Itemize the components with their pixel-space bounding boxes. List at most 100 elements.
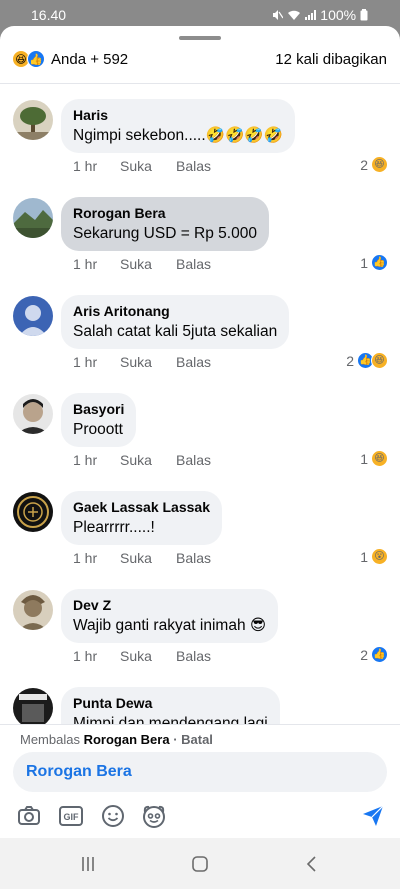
comment-reactions[interactable]: 1 😮 xyxy=(360,548,388,565)
comment-time[interactable]: 1 hr xyxy=(73,256,120,272)
comment-actions: 1 hr Suka Balas xyxy=(73,158,211,174)
like-reaction-icon: 👍 xyxy=(371,646,388,663)
comment-bubble[interactable]: Rorogan Bera Sekarung USD = Rp 5.000 xyxy=(61,197,269,251)
battery-icon xyxy=(360,9,368,21)
comment-bubble[interactable]: Aris Aritonang Salah catat kali 5juta se… xyxy=(61,295,290,349)
avatar[interactable] xyxy=(13,590,53,630)
send-icon[interactable] xyxy=(358,801,388,831)
comment-text: Sekarung USD = Rp 5.000 xyxy=(73,225,257,242)
avatar[interactable] xyxy=(13,688,53,724)
comment-time[interactable]: 1 hr xyxy=(73,452,120,468)
reply-button[interactable]: Balas xyxy=(176,158,211,174)
reaction-count: 2 xyxy=(360,156,368,173)
like-reaction-icon: 👍 xyxy=(27,50,45,68)
share-count[interactable]: 12 kali dibagikan xyxy=(275,51,387,68)
comment-author[interactable]: Basyori xyxy=(73,400,124,418)
comment-item: Rorogan Bera Sekarung USD = Rp 5.000 1 h… xyxy=(0,197,400,296)
like-button[interactable]: Suka xyxy=(120,648,176,664)
reactions-header[interactable]: 😆 👍 Anda + 592 12 kali dibagikan xyxy=(0,46,400,76)
haha-reaction-icon: 😆 xyxy=(371,352,388,369)
avatar[interactable] xyxy=(13,296,53,336)
comment-reactions[interactable]: 1 😆 xyxy=(360,450,388,467)
wow-reaction-icon: 😮 xyxy=(371,548,388,565)
like-reaction-icon: 👍 xyxy=(371,254,388,271)
comment-author[interactable]: Aris Aritonang xyxy=(73,302,277,320)
comment-time[interactable]: 1 hr xyxy=(73,648,120,664)
reply-button[interactable]: Balas xyxy=(176,648,211,664)
avatar[interactable] xyxy=(13,100,53,140)
comment-bubble[interactable]: Gaek Lassak Lassak Plearrrrr.....! xyxy=(61,491,222,545)
like-button[interactable]: Suka xyxy=(120,354,176,370)
comment-actions: 1 hr Suka Balas xyxy=(73,354,211,370)
comment-reactions[interactable]: 2 😆 xyxy=(360,156,388,173)
comment-text: Prooott xyxy=(73,421,123,438)
sticker-icon[interactable] xyxy=(139,801,169,831)
comment-item: Dev Z Wajib ganti rakyat inimah 😎 1 hr S… xyxy=(0,589,400,688)
comment-reactions[interactable]: 2 👍 xyxy=(360,646,388,663)
svg-text:GIF: GIF xyxy=(64,812,80,822)
reaction-count: 1 xyxy=(360,548,368,565)
comment-time[interactable]: 1 hr xyxy=(73,354,120,370)
comment-text: Wajib ganti rakyat inimah 😎 xyxy=(73,617,267,634)
avatar[interactable] xyxy=(13,198,53,238)
comment-list[interactable]: Haris Ngimpi sekebon.....🤣🤣🤣🤣 1 hr Suka … xyxy=(0,84,400,724)
comment-item: Gaek Lassak Lassak Plearrrrr.....! 1 hr … xyxy=(0,491,400,590)
comment-author[interactable]: Gaek Lassak Lassak xyxy=(73,498,210,516)
like-button[interactable]: Suka xyxy=(120,256,176,272)
system-navigation-bar xyxy=(0,838,400,889)
comment-item: Haris Ngimpi sekebon.....🤣🤣🤣🤣 1 hr Suka … xyxy=(0,99,400,198)
reaction-count: 2 xyxy=(360,646,368,663)
avatar[interactable] xyxy=(13,492,53,532)
like-button[interactable]: Suka xyxy=(120,452,176,468)
reply-button[interactable]: Balas xyxy=(176,354,211,370)
comment-author[interactable]: Rorogan Bera xyxy=(73,204,257,222)
comment-item: Aris Aritonang Salah catat kali 5juta se… xyxy=(0,295,400,394)
comment-bubble[interactable]: Haris Ngimpi sekebon.....🤣🤣🤣🤣 xyxy=(61,99,295,153)
comment-text: Salah catat kali 5juta sekalian xyxy=(73,323,278,340)
haha-reaction-icon: 😆 xyxy=(371,156,388,173)
camera-icon[interactable] xyxy=(14,801,44,831)
recent-apps-icon[interactable] xyxy=(68,838,108,889)
status-time: 16.40 xyxy=(31,7,67,23)
mute-icon xyxy=(272,10,284,20)
reaction-icons: 😆 👍 xyxy=(12,50,45,68)
comment-input[interactable]: Rorogan Bera xyxy=(13,752,387,792)
comment-reactions[interactable]: 2 👍 😆 xyxy=(346,352,388,369)
comment-time[interactable]: 1 hr xyxy=(73,158,120,174)
emoji-icon[interactable] xyxy=(98,801,128,831)
back-icon[interactable] xyxy=(292,838,332,889)
replying-prefix: Membalas xyxy=(20,732,80,747)
comment-time[interactable]: 1 hr xyxy=(73,550,120,566)
reply-button[interactable]: Balas xyxy=(176,256,211,272)
like-button[interactable]: Suka xyxy=(120,158,176,174)
comment-author[interactable]: Punta Dewa xyxy=(73,694,268,712)
avatar[interactable] xyxy=(13,394,53,434)
battery-percent: 100% xyxy=(320,7,357,23)
gif-icon[interactable]: GIF xyxy=(56,801,86,831)
drag-handle[interactable] xyxy=(179,36,221,40)
like-button[interactable]: Suka xyxy=(120,550,176,566)
comment-author[interactable]: Haris xyxy=(73,106,283,124)
comment-text: Plearrrrr.....! xyxy=(73,519,155,536)
reply-button[interactable]: Balas xyxy=(176,452,211,468)
reaction-count: 1 xyxy=(360,450,368,467)
cancel-reply-button[interactable]: · Batal xyxy=(173,732,213,747)
comment-actions: 1 hr Suka Balas xyxy=(73,256,211,272)
reaction-summary[interactable]: Anda + 592 xyxy=(51,51,128,68)
comment-reactions[interactable]: 1 👍 xyxy=(360,254,388,271)
home-icon[interactable] xyxy=(180,838,220,889)
replying-to-name: Rorogan Bera xyxy=(83,732,170,747)
status-indicators: 100% xyxy=(271,7,368,23)
comment-bubble[interactable]: Dev Z Wajib ganti rakyat inimah 😎 xyxy=(61,589,279,643)
reply-composer: Membalas Rorogan Bera · Batal Rorogan Be… xyxy=(0,724,400,844)
reaction-count: 1 xyxy=(360,254,368,271)
replying-to-indicator: Membalas Rorogan Bera · Batal xyxy=(20,732,213,747)
comment-item: Punta Dewa Mimpi dan mendengang lagi xyxy=(0,687,400,724)
comment-author[interactable]: Dev Z xyxy=(73,596,266,614)
haha-reaction-icon: 😆 xyxy=(371,450,388,467)
comment-text: Ngimpi sekebon.....🤣🤣🤣🤣 xyxy=(73,127,283,144)
comment-bubble[interactable]: Basyori Prooott xyxy=(61,393,137,447)
comment-bubble[interactable]: Punta Dewa Mimpi dan mendengang lagi xyxy=(61,687,280,724)
signal-icon xyxy=(305,10,317,20)
reply-button[interactable]: Balas xyxy=(176,550,211,566)
